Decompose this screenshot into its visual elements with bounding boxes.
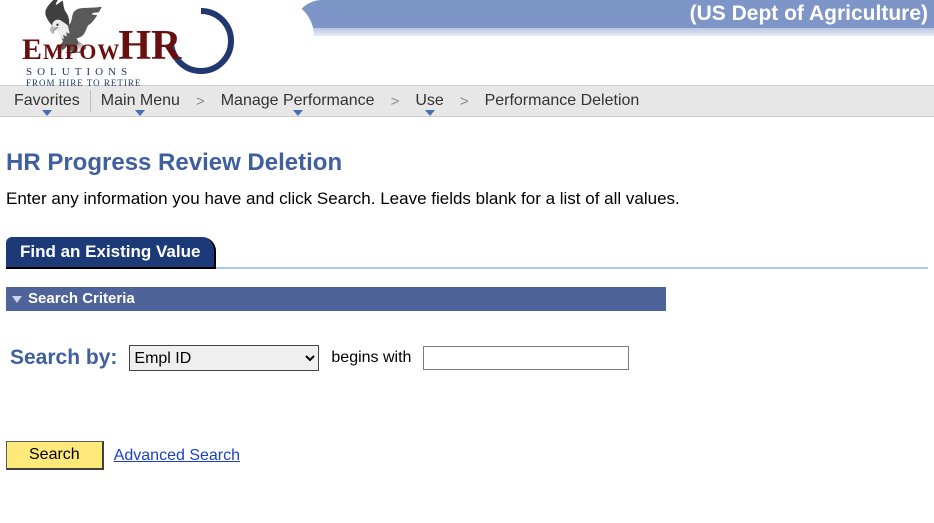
breadcrumb-main-menu[interactable]: Main Menu (91, 92, 190, 110)
page-instructions: Enter any information you have and click… (6, 189, 928, 209)
banner-strip (294, 28, 934, 36)
chevron-right-icon: > (190, 93, 211, 110)
tab-find-existing[interactable]: Find an Existing Value (6, 237, 216, 269)
logo-tagline: FROM HIRE TO RETIRE (26, 78, 183, 88)
page-content: HR Progress Review Deletion Enter any in… (0, 117, 934, 470)
breadcrumb-manage-performance[interactable]: Manage Performance (211, 92, 385, 110)
logo: 🦅 EMPOWHR SOLUTIONS FROM HIRE TO RETIRE (18, 2, 179, 68)
page-title: HR Progress Review Deletion (6, 149, 928, 177)
search-row: Search by: Empl ID begins with (6, 345, 928, 371)
search-field-select[interactable]: Empl ID (129, 345, 319, 371)
breadcrumb-favorites[interactable]: Favorites (4, 92, 90, 110)
breadcrumb: Favorites Main Menu > Manage Performance… (0, 85, 934, 117)
search-operator-label: begins with (331, 349, 411, 367)
advanced-search-link[interactable]: Advanced Search (114, 447, 240, 465)
search-by-label: Search by: (10, 346, 117, 370)
breadcrumb-use[interactable]: Use (405, 92, 453, 110)
search-criteria-title: Search Criteria (28, 290, 135, 307)
page-header: (US Dept of Agriculture) 🦅 EMPOWHR SOLUT… (0, 0, 934, 85)
tab-bar: Find an Existing Value (6, 237, 928, 269)
search-value-input[interactable] (423, 346, 629, 370)
breadcrumb-current: Performance Deletion (475, 92, 650, 110)
org-banner: (US Dept of Agriculture) (294, 0, 934, 28)
chevron-right-icon: > (454, 93, 475, 110)
search-criteria-header[interactable]: Search Criteria (6, 287, 666, 311)
logo-text: EMPOWHR SOLUTIONS FROM HIRE TO RETIRE (22, 22, 183, 88)
collapse-triangle-icon (12, 296, 22, 303)
logo-word-empow: EMPOW (22, 33, 120, 66)
logo-word-hr: HR (118, 23, 181, 69)
chevron-right-icon: > (385, 93, 406, 110)
action-row: Search Advanced Search (6, 441, 928, 470)
search-button[interactable]: Search (6, 441, 104, 470)
